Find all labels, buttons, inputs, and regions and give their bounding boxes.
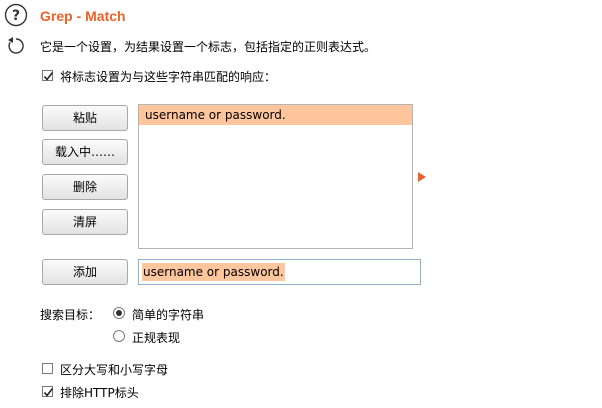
flag-responses-label: 将标志设置为与这些字符串匹配的响应： — [60, 70, 277, 84]
exclude-http-headers-checkbox[interactable] — [42, 386, 54, 397]
search-target-label: 搜索目标： — [40, 308, 101, 322]
triangle-right-icon[interactable] — [418, 172, 426, 182]
exclude-http-headers-label: 排除HTTP标头 — [60, 386, 139, 400]
radio-simple-string[interactable] — [113, 307, 125, 319]
case-sensitive-checkbox[interactable] — [42, 363, 53, 374]
svg-text:?: ? — [12, 8, 20, 24]
refresh-icon[interactable] — [6, 36, 26, 56]
remove-button[interactable]: 删除 — [42, 174, 128, 200]
case-sensitive-label: 区分大写和小写字母 — [60, 363, 169, 377]
paste-button[interactable]: 粘贴 — [42, 105, 128, 131]
match-string-input[interactable]: username or password. — [138, 259, 421, 285]
help-icon[interactable]: ? — [4, 3, 28, 27]
flag-responses-checkbox[interactable] — [42, 70, 54, 81]
panel-title: Grep - Match — [40, 8, 126, 24]
input-value: username or password. — [142, 263, 285, 281]
list-item[interactable]: username or password. — [139, 105, 412, 125]
add-button[interactable]: 添加 — [42, 259, 128, 285]
load-button[interactable]: 载入中…… — [42, 139, 128, 165]
radio-simple-string-label: 简单的字符串 — [132, 308, 205, 322]
match-strings-list[interactable]: username or password. — [138, 104, 413, 249]
radio-regex-label: 正规表现 — [132, 331, 181, 345]
radio-regex[interactable] — [113, 330, 125, 342]
description-text: 它是一个设置，为结果设置一个标志，包括指定的正则表达式。 — [40, 40, 377, 54]
clear-button[interactable]: 清屏 — [42, 209, 128, 235]
